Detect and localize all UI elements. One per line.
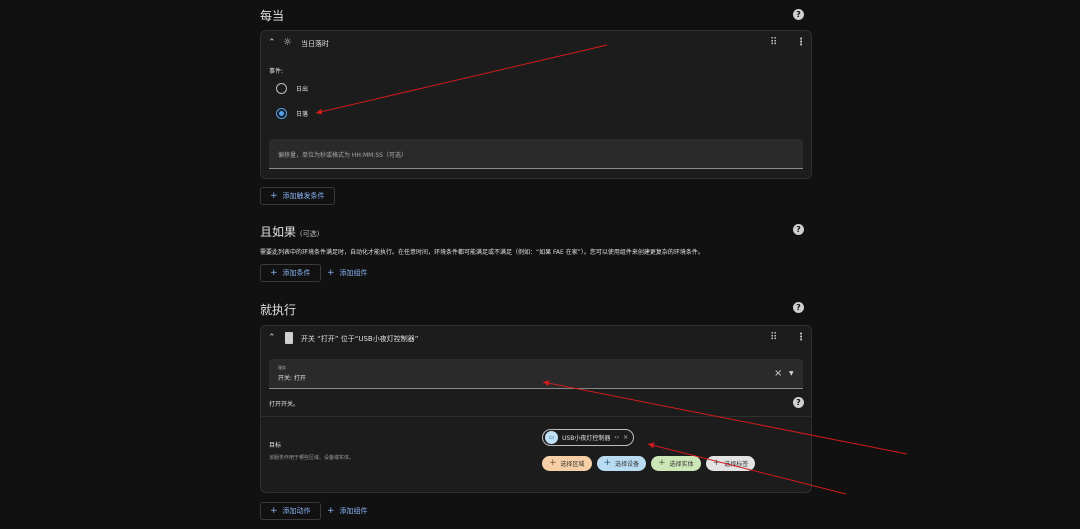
arrow-to-service-field: [542, 380, 908, 455]
arrow-to-entity-chip: [647, 442, 847, 495]
annotation-arrows: [315, 44, 908, 495]
arrow-to-sunset-option: [315, 44, 608, 115]
